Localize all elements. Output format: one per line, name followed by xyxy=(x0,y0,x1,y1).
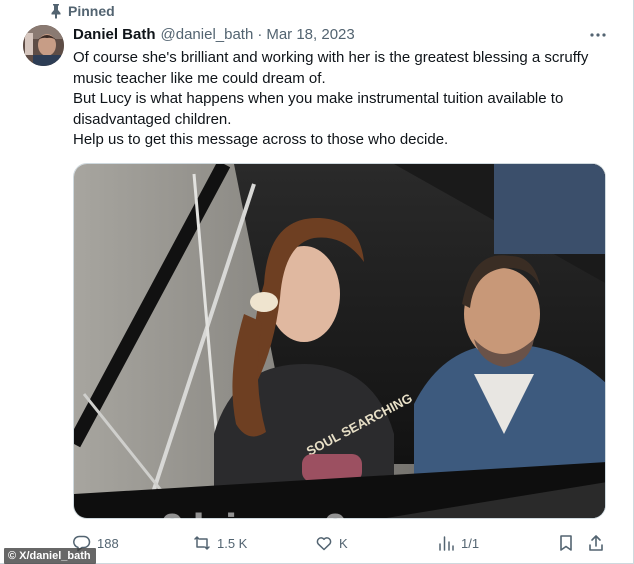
tweet-line-1: Of course she's brilliant and working wi… xyxy=(73,49,589,87)
repost-count: 1.5 K xyxy=(217,535,248,551)
more-icon xyxy=(590,33,606,37)
tweet-line-3: Help us to get this message across to th… xyxy=(73,131,449,148)
more-button[interactable] xyxy=(586,26,610,44)
views-count: 1/1 xyxy=(461,535,480,551)
repost-icon xyxy=(194,536,210,550)
tweet-text: Of course she's brilliant and working wi… xyxy=(73,48,613,151)
like-count: K xyxy=(339,535,348,551)
share-icon xyxy=(589,535,603,551)
author-name[interactable]: Daniel Bath xyxy=(73,26,156,43)
like-icon xyxy=(316,537,332,551)
like-button[interactable]: K xyxy=(315,534,348,552)
pin-icon xyxy=(51,4,61,19)
pinned-indicator: Pinned xyxy=(50,3,115,19)
reply-count: 188 xyxy=(97,535,119,551)
views-button[interactable]: 1/1 xyxy=(437,534,479,552)
source-watermark: © X/daniel_bath xyxy=(4,548,96,564)
copyright-icon: © xyxy=(8,550,17,562)
repost-button[interactable]: 1.5 K xyxy=(193,534,247,552)
tweet-line-2: But Lucy is what happens when you make i… xyxy=(73,90,564,128)
bookmark-icon xyxy=(560,535,572,551)
share-button[interactable] xyxy=(587,534,605,552)
separator-dot: · xyxy=(257,26,263,43)
timestamp[interactable]: Mar 18, 2023 xyxy=(266,26,354,43)
watermark-text: X/daniel_bath xyxy=(19,550,91,562)
bookmark-button[interactable] xyxy=(557,534,575,552)
tweet-header: Daniel Bath @daniel_bath · Mar 18, 2023 xyxy=(73,26,355,43)
author-handle[interactable]: @daniel_bath xyxy=(161,26,254,43)
pinned-label: Pinned xyxy=(68,3,115,19)
views-icon xyxy=(439,536,454,551)
tweet-actions: 188 1.5 K K 1/1 xyxy=(73,534,608,556)
avatar[interactable] xyxy=(23,25,64,66)
tweet-media-photo[interactable]: SOUL SEARCHING xyxy=(73,163,606,519)
tweet-card: Pinned Daniel Bath @daniel_bath · Mar 18… xyxy=(0,0,634,564)
